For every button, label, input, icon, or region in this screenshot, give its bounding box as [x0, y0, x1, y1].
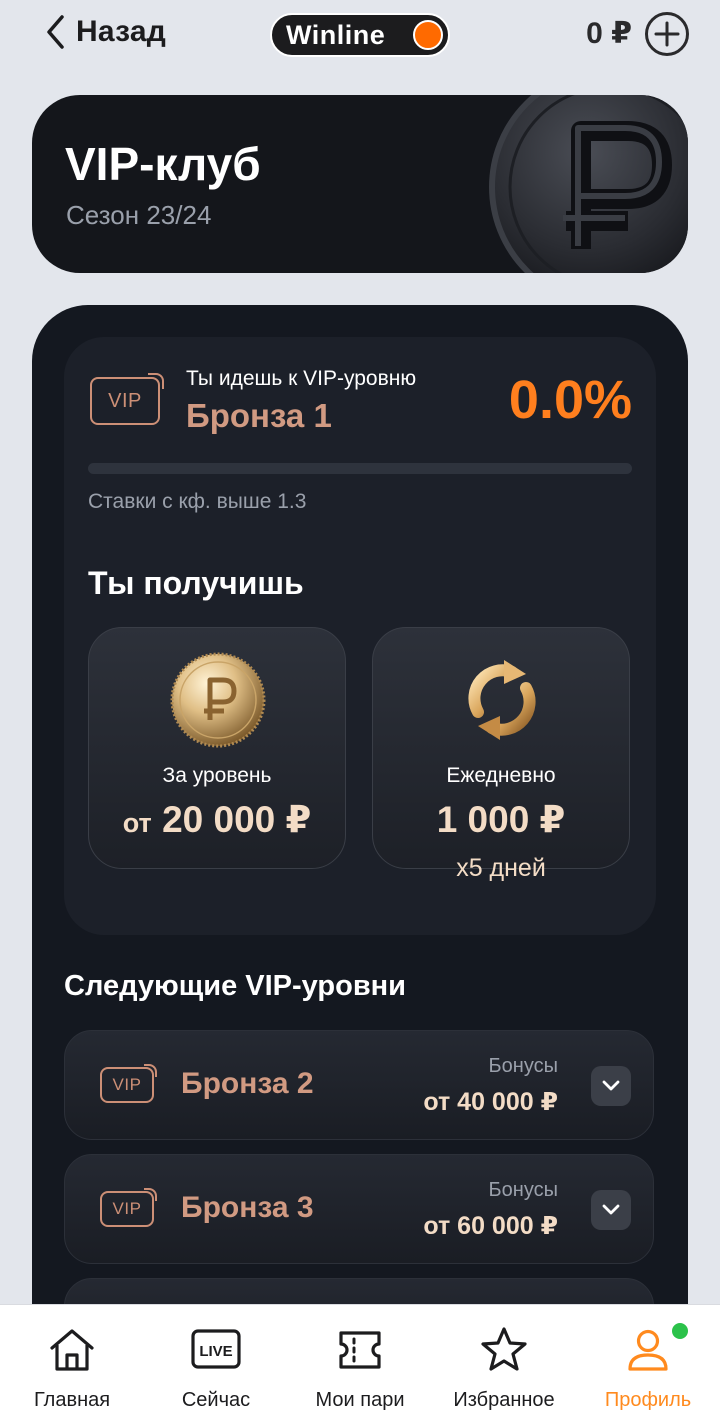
logo-dot — [413, 20, 443, 50]
add-funds-button[interactable] — [644, 11, 690, 57]
level-name: Бронза 2 — [181, 1067, 314, 1100]
vip-badge: VIP — [90, 373, 164, 425]
reward-duration: x5 дней — [456, 854, 546, 882]
reward-card-level: За уровень от 20 000 ₽ — [88, 627, 346, 869]
vip-badge-label: VIP — [112, 1075, 142, 1094]
progress-card: VIP Ты идешь к VIP-уровню Бронза 1 0.0% … — [64, 337, 656, 935]
progress-bar — [88, 463, 632, 474]
level-name: Бронза 3 — [181, 1191, 314, 1224]
season-label: Сезон 23/24 — [66, 200, 212, 230]
back-button[interactable]: Назад — [44, 14, 166, 50]
winline-logo: Winline — [270, 13, 450, 57]
profile-icon — [628, 1329, 668, 1371]
progress-condition: Ставки с кф. выше 1.3 — [88, 490, 307, 513]
vip-club-hero: VIP-клуб Сезон 23/24 — [32, 95, 688, 273]
balance[interactable]: 0 ₽ — [586, 16, 632, 51]
next-levels-title: Следующие VIP-уровни — [64, 970, 406, 1002]
live-icon: LIVE — [191, 1329, 241, 1369]
level-row-bronze-3[interactable]: VIP Бронза 3 Бонусы от 60 000 ₽ — [64, 1154, 654, 1264]
going-to-level-text: Ты идешь к VIP-уровню — [186, 367, 417, 390]
vip-badge: VIP — [100, 1064, 157, 1103]
vip-badge: VIP — [100, 1188, 157, 1227]
nav-profile[interactable]: Профиль — [576, 1305, 720, 1422]
reward-label: За уровень — [162, 764, 272, 787]
nav-live[interactable]: LIVE Сейчас — [144, 1305, 288, 1422]
live-icon-text: LIVE — [199, 1343, 232, 1360]
nav-label: Профиль — [604, 1389, 692, 1411]
bonus-label: Бонусы — [488, 1055, 558, 1077]
reward-label: Ежедневно — [446, 764, 556, 787]
expand-button[interactable] — [591, 1190, 631, 1230]
nav-label: Сейчас — [181, 1389, 251, 1411]
bonus-label: Бонусы — [488, 1179, 558, 1201]
chevron-down-icon — [602, 1080, 620, 1091]
nav-my-bets[interactable]: Мои пари — [288, 1305, 432, 1422]
target-level-name: Бронза 1 — [186, 397, 332, 434]
ticket-icon — [339, 1331, 381, 1369]
rewards-title: Ты получишь — [88, 565, 304, 601]
progress-percent: 0.0% — [508, 370, 632, 430]
gold-refresh-arrows-icon — [468, 660, 536, 740]
expand-button[interactable] — [591, 1066, 631, 1106]
nav-label: Избранное — [453, 1389, 555, 1411]
vip-badge-label: VIP — [112, 1199, 142, 1218]
chevron-left-icon — [47, 15, 64, 49]
nav-label: Главная — [33, 1389, 111, 1411]
ruble-coin-icon — [489, 95, 688, 273]
reward-amount: 1 000 ₽ — [436, 799, 566, 840]
level-row-bronze-2[interactable]: VIP Бронза 2 Бонусы от 40 000 ₽ — [64, 1030, 654, 1140]
home-icon — [50, 1329, 94, 1371]
online-status-dot — [672, 1323, 688, 1339]
bottom-nav: Главная LIVE Сейчас Мои пари Избранное П… — [0, 1305, 720, 1422]
page-title: VIP-клуб — [65, 138, 261, 190]
bonus-value: от 60 000 ₽ — [423, 1212, 558, 1240]
vip-panel: VIP Ты идешь к VIP-уровню Бронза 1 0.0% … — [32, 305, 688, 1358]
nav-home[interactable]: Главная — [0, 1305, 144, 1422]
top-bar: Назад Winline 0 ₽ — [0, 0, 720, 72]
reward-amount-value: 20 000 ₽ — [162, 799, 312, 840]
reward-card-daily: Ежедневно 1 000 ₽ x5 дней — [372, 627, 630, 882]
nav-favorites[interactable]: Избранное — [432, 1305, 576, 1422]
chevron-down-icon — [602, 1204, 620, 1215]
vip-badge-label: VIP — [108, 389, 142, 412]
bonus-value: от 40 000 ₽ — [423, 1088, 558, 1116]
reward-amount: от 20 000 ₽ — [89, 798, 345, 841]
back-label: Назад — [76, 15, 166, 48]
logo-text: Winline — [286, 19, 386, 50]
gold-ruble-coin-icon — [170, 652, 266, 748]
nav-label: Мои пари — [315, 1389, 405, 1411]
reward-amount-prefix: от — [122, 808, 152, 838]
star-icon — [481, 1327, 527, 1371]
